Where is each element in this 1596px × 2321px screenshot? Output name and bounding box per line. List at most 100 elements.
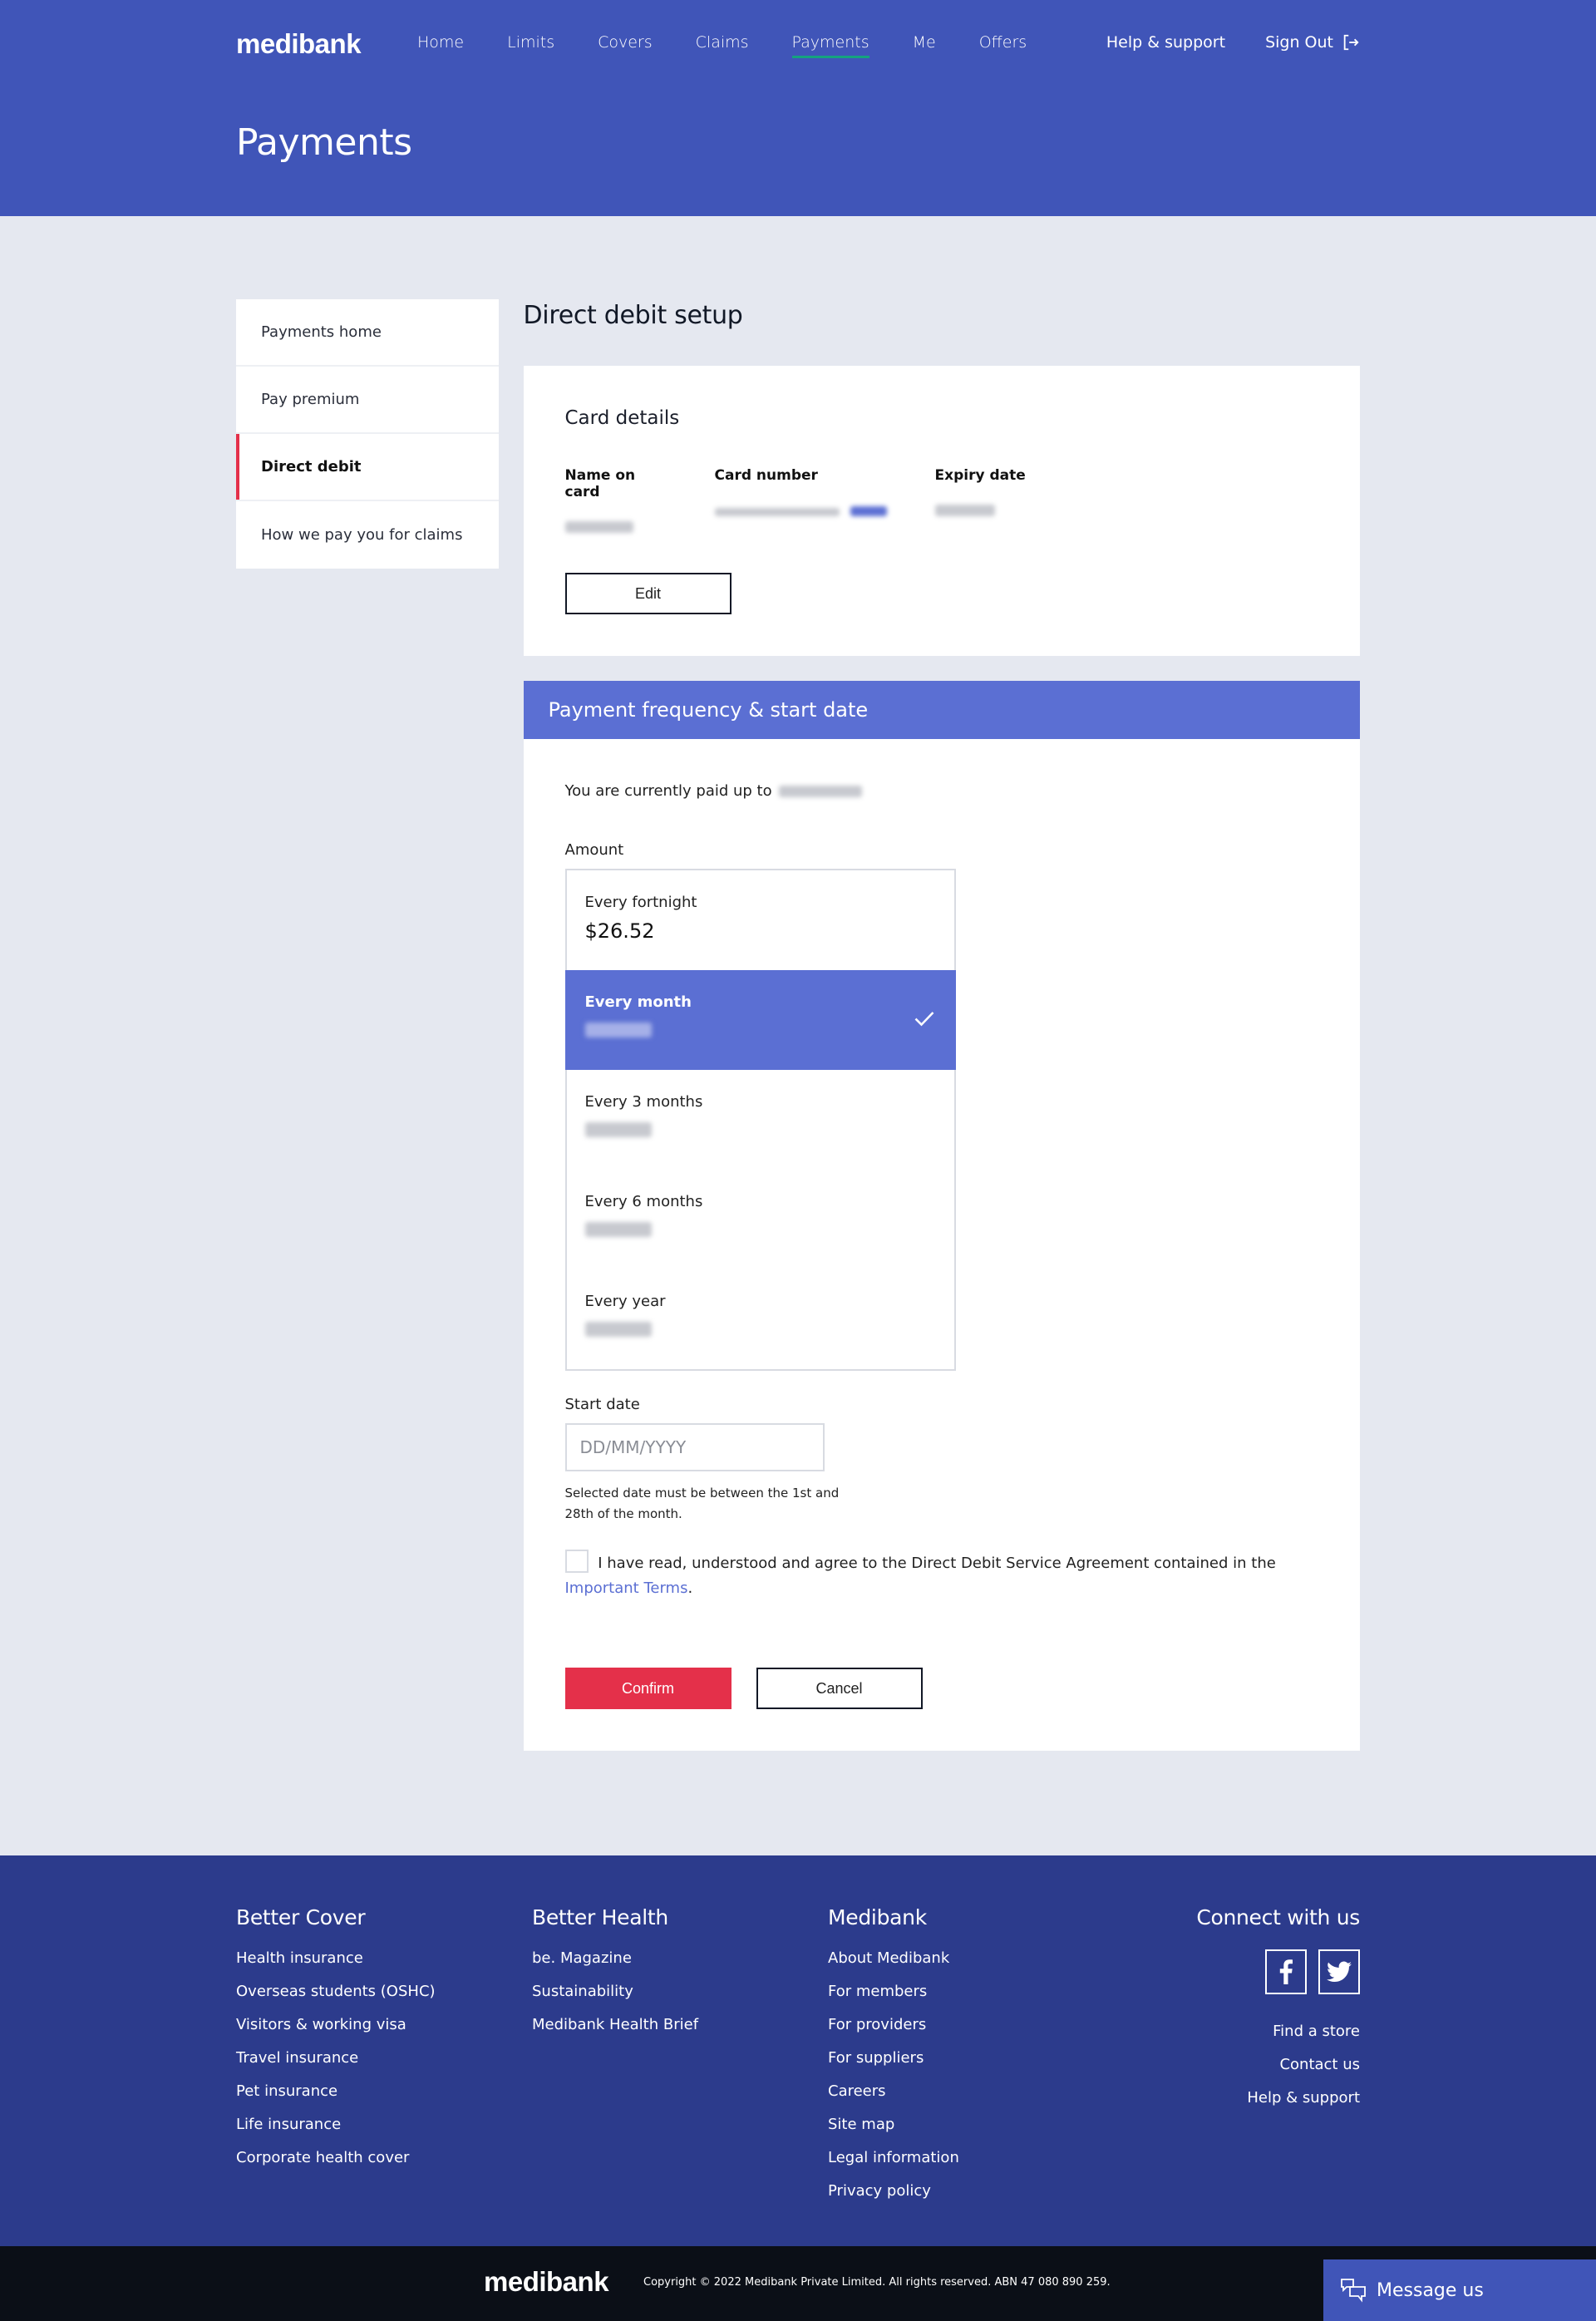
payment-frequency-heading: Payment frequency & start date [523,681,1360,739]
amount-label: Amount [564,841,624,859]
sidebar-item-pay-premium[interactable]: Pay premium [236,367,499,434]
frequency-options: Every fortnight $26.52 Every month Every… [564,869,956,1371]
footer-heading: Better Cover [236,1905,366,1929]
nav-claims[interactable]: Claims [696,33,749,57]
footer-link[interactable]: Legal information [828,2149,1124,2168]
footer-help-support-link[interactable]: Help & support [1196,2089,1360,2108]
sign-out-link[interactable]: Sign Out [1265,33,1360,52]
twitter-icon [1327,1961,1352,1982]
footer-link[interactable]: Careers [828,2082,1124,2102]
frequency-option-year[interactable]: Every year [567,1269,954,1369]
option-label: Every fortnight [584,894,697,911]
main-nav: Home Limits Covers Claims Payments Me Of… [417,33,1070,58]
find-store-link[interactable]: Find a store [1196,2023,1360,2042]
message-us-label: Message us [1377,2279,1484,2301]
footer-link[interactable]: About Medibank [828,1949,1124,1969]
start-date-hint: Selected date must be between the 1st an… [564,1486,840,1521]
card-number-column: Card number [714,467,894,536]
frequency-option-fortnight[interactable]: Every fortnight $26.52 [567,870,954,970]
footer-link[interactable]: Privacy policy [828,2182,1124,2201]
direct-debit-content: Direct debit setup Card details Name on … [523,299,1360,1751]
facebook-button[interactable] [1265,1949,1307,1994]
agreement-suffix: . [687,1579,693,1597]
name-on-card-column: Name on card [564,467,673,536]
agreement: I have read, understood and agree to the… [564,1550,1319,1601]
medibank-logo[interactable]: medibank [236,28,362,60]
footer-link[interactable]: Overseas students (OSHC) [236,1983,532,2002]
nav-me[interactable]: Me [913,33,936,57]
paid-up-text: You are currently paid up to [564,782,772,800]
agreement-text: I have read, understood and agree to the… [598,1555,1276,1572]
section-title: Direct debit setup [523,301,743,330]
nav-home[interactable]: Home [417,33,464,57]
cancel-button[interactable]: Cancel [756,1668,923,1709]
footer-link[interactable]: For providers [828,2016,1124,2035]
footer-link[interactable]: Medibank Health Brief [532,2016,828,2035]
agreement-checkbox[interactable] [564,1550,589,1573]
option-amount-redacted [584,1122,652,1137]
footer-link[interactable]: Visitors & working visa [236,2016,532,2035]
sidebar-item-payments-home[interactable]: Payments home [236,299,499,367]
help-support-link[interactable]: Help & support [1106,33,1225,52]
footer-column-medibank: Medibank About Medibank For members For … [828,1905,1124,2213]
nav-payments[interactable]: Payments [791,33,869,58]
card-number-value-redacted [714,508,840,516]
name-on-card-value-redacted [564,521,633,533]
sign-out-label: Sign Out [1265,33,1333,52]
nav-covers[interactable]: Covers [598,33,653,57]
start-date-group: Start date Selected date must be between… [564,1396,1319,1525]
page-title: Payments [236,121,412,164]
frequency-option-3-months[interactable]: Every 3 months [567,1070,954,1170]
message-us-button[interactable]: Message us [1323,2259,1596,2321]
form-actions: Confirm Cancel [564,1668,1319,1709]
copyright-text: Copyright © 2022 Medibank Private Limite… [643,2276,1111,2289]
important-terms-link[interactable]: Important Terms [565,1579,688,1597]
option-amount [584,1019,938,1042]
card-details-grid: Name on card Card number Expiry date [564,467,1319,536]
social-links [1196,1949,1360,1994]
expiry-date-value-redacted [934,505,995,516]
footer-link[interactable]: Corporate health cover [236,2149,532,2168]
sidebar-item-direct-debit[interactable]: Direct debit [236,434,499,501]
sidebar-item-claims-payout[interactable]: How we pay you for claims [236,501,499,569]
expiry-date-column: Expiry date [934,467,1026,536]
main-area: Payments home Pay premium Direct debit H… [218,216,1378,1855]
card-number-label: Card number [714,467,818,484]
frequency-option-6-months[interactable]: Every 6 months [567,1170,954,1269]
footer-heading: Medibank [828,1905,927,1929]
expiry-date-label: Expiry date [934,467,1026,484]
footer-link[interactable]: Life insurance [236,2116,532,2135]
footer-link[interactable]: Site map [828,2116,1124,2135]
checkmark-icon [914,1012,933,1027]
payment-frequency-panel: Payment frequency & start date You are c… [523,681,1360,1751]
twitter-button[interactable] [1318,1949,1360,1994]
connect-heading: Connect with us [1196,1905,1360,1929]
option-amount-redacted [584,1322,652,1337]
footer-column-better-cover: Better Cover Health insurance Overseas s… [236,1905,532,2213]
option-amount [584,1219,936,1242]
footer-heading: Better Health [532,1905,668,1929]
footer-link[interactable]: be. Magazine [532,1949,828,1969]
card-details-panel: Card details Name on card Card number Ex… [523,366,1360,656]
paid-up-date-redacted [778,785,862,797]
contact-us-link[interactable]: Contact us [1196,2056,1360,2075]
footer-link[interactable]: Health insurance [236,1949,532,1969]
confirm-button[interactable]: Confirm [564,1668,732,1709]
start-date-input[interactable] [564,1423,825,1471]
footer-link[interactable]: Pet insurance [236,2082,532,2102]
footer-link[interactable]: Sustainability [532,1983,828,2002]
option-amount-redacted [584,1023,652,1037]
payments-sidebar: Payments home Pay premium Direct debit H… [236,299,499,569]
footer-link[interactable]: For suppliers [828,2049,1124,2068]
edit-card-button[interactable]: Edit [564,573,732,614]
footer-link[interactable]: For members [828,1983,1124,2002]
footer-medibank-logo: medibank [484,2266,609,2297]
frequency-option-month[interactable]: Every month [564,970,956,1070]
help-support-label: Help & support [1106,33,1226,52]
footer-link[interactable]: Travel insurance [236,2049,532,2068]
nav-offers[interactable]: Offers [979,33,1027,57]
footer-column-better-health: Better Health be. Magazine Sustainabilit… [532,1905,828,2213]
option-label: Every 3 months [584,1093,703,1111]
facebook-icon [1279,1959,1293,1984]
nav-limits[interactable]: Limits [507,33,554,57]
